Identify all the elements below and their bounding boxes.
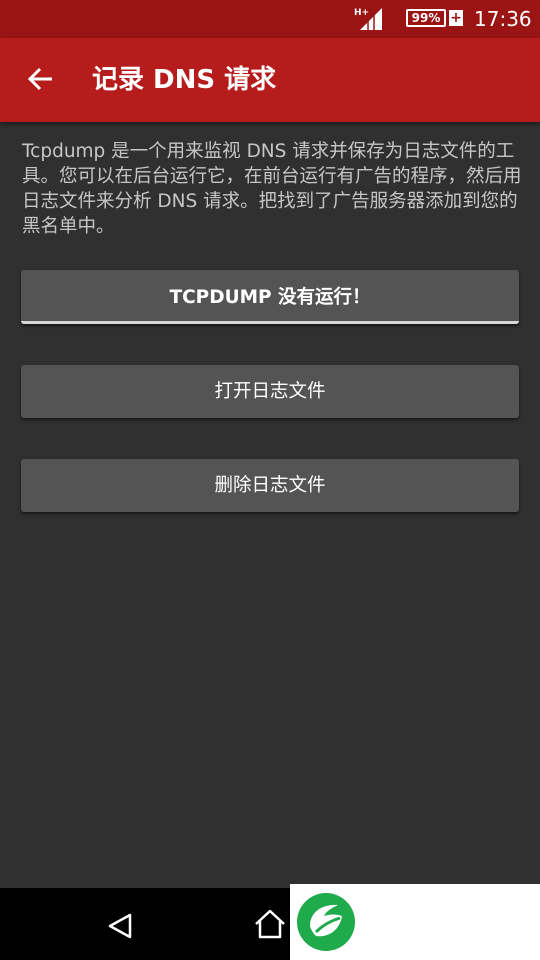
status-time: 17:36	[474, 7, 532, 31]
battery-icon: 99% +	[406, 9, 463, 29]
nav-home-button[interactable]	[250, 904, 290, 944]
battery-level-text: 99%	[406, 9, 446, 27]
watermark-overlay	[290, 884, 540, 960]
status-bar: H+ 99% + 17:36	[0, 0, 540, 38]
app-bar: 记录 DNS 请求	[0, 38, 540, 122]
leaf-logo-icon	[296, 892, 356, 952]
screen: H+ 99% + 17:36 记录 DNS 请求 Tcpdump 是一个用来监视…	[0, 0, 540, 960]
description-text: Tcpdump 是一个用来监视 DNS 请求并保存为日志文件的工具。您可以在后台…	[22, 141, 522, 237]
back-button[interactable]	[18, 58, 62, 102]
charging-icon: +	[449, 10, 463, 26]
signal-icon: H+	[354, 6, 384, 32]
nav-back-button[interactable]	[100, 906, 140, 946]
triangle-back-icon	[108, 913, 132, 939]
tcpdump-status-button[interactable]: TCPDUMP 没有运行！	[21, 270, 519, 324]
arrow-left-icon	[27, 67, 52, 91]
page-title: 记录 DNS 请求	[92, 65, 277, 95]
delete-log-file-button[interactable]: 删除日志文件	[21, 459, 519, 512]
network-type-label: H+	[354, 8, 369, 18]
house-home-icon	[255, 909, 285, 939]
open-log-file-button[interactable]: 打开日志文件	[21, 365, 519, 418]
